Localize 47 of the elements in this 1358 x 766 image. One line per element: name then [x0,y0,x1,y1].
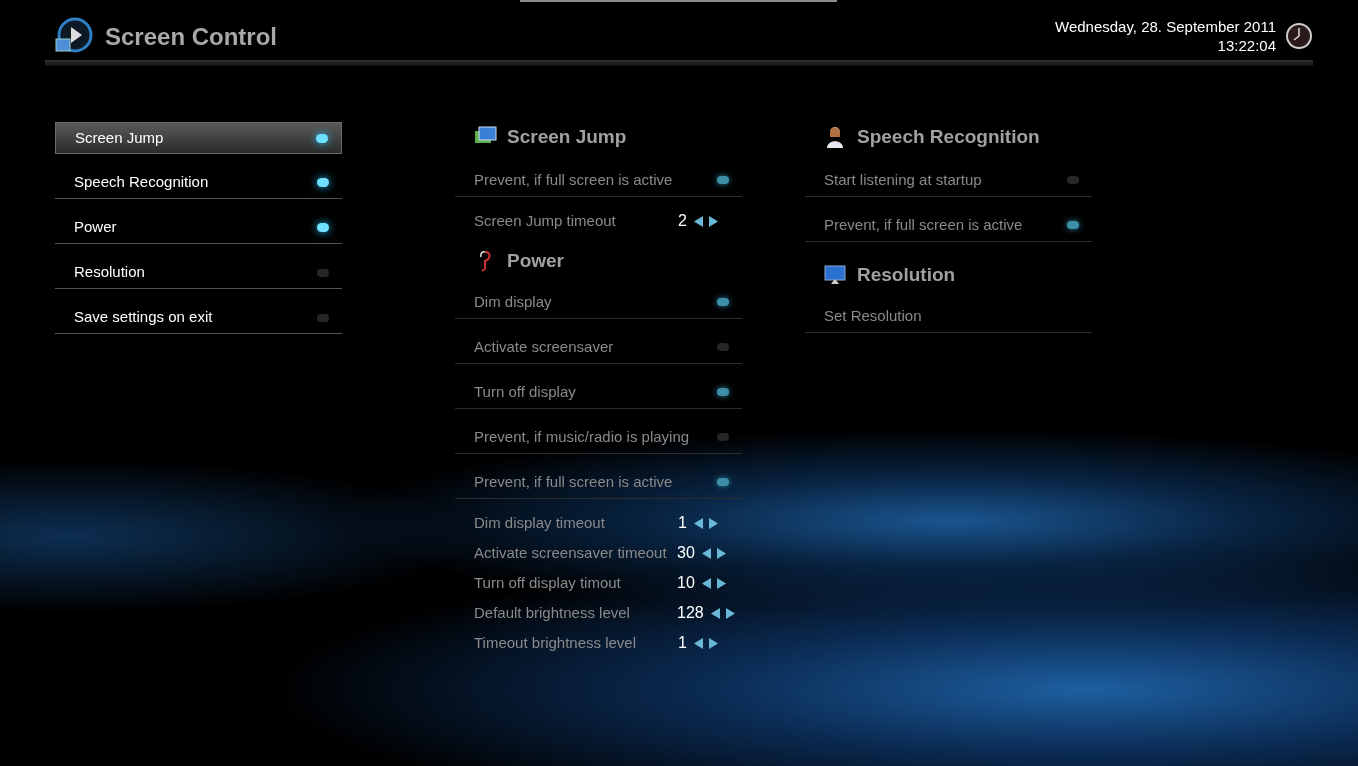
setting-label: Default brightness level [474,602,631,623]
toggle-setting[interactable]: Prevent, if full screen is active [455,164,742,197]
increase-arrow-icon[interactable] [716,547,726,559]
menu-item[interactable]: Speech Recognition [55,167,342,199]
decrease-arrow-icon[interactable] [693,637,703,649]
setting-value: 2 [678,211,687,231]
section-heading: Power [507,248,565,273]
toggle-setting[interactable]: Prevent, if full screen is active [455,466,742,499]
action-setting[interactable]: Set Resolution [805,300,1092,333]
section-heading: Screen Jump [507,124,627,149]
setting-label: Dim display timeout [474,512,606,533]
time-text: 13:22:04 [1217,36,1276,55]
setting-label: Screen Jump timeout [474,210,617,231]
setting-value: 128 [677,603,704,623]
toggle-setting[interactable]: Dim display [455,286,742,319]
monitor-icon [823,263,847,287]
menu-item[interactable]: Resolution [55,257,342,289]
section-heading: Resolution [857,262,956,287]
decrease-arrow-icon[interactable] [710,607,720,619]
toggle-setting[interactable]: Prevent, if music/radio is playing [455,421,742,454]
decrease-arrow-icon[interactable] [701,577,711,589]
decrease-arrow-icon[interactable] [693,215,703,227]
app-title: Screen Control [105,22,278,52]
setting-label: Timeout brightness level [474,632,638,653]
clock-icon [1286,23,1312,49]
increase-arrow-icon[interactable] [708,517,718,529]
increase-arrow-icon[interactable] [716,577,726,589]
toggle-setting[interactable]: Prevent, if full screen is active [805,209,1092,242]
decrease-arrow-icon[interactable] [701,547,711,559]
date-text: Wednesday, 28. September 2011 [1055,17,1276,36]
setting-label: Activate screensaver timeout [474,542,668,563]
menu-item[interactable]: Power [55,212,342,244]
toggle-setting[interactable]: Start listening at startup [805,164,1092,197]
toggle-setting[interactable]: Activate screensaver [455,331,742,364]
setting-label: Turn off display timout [474,572,622,593]
increase-arrow-icon[interactable] [725,607,735,619]
decrease-arrow-icon[interactable] [693,517,703,529]
setting-value: 1 [678,633,687,653]
setting-value: 30 [677,543,695,563]
toggle-setting[interactable]: Turn off display [455,376,742,409]
increase-arrow-icon[interactable] [708,215,718,227]
setting-value: 10 [677,573,695,593]
section-heading: Speech Recognition [857,124,1040,149]
menu-item[interactable]: Screen Jump [55,122,342,154]
menu-item[interactable]: Save settings on exit [55,302,342,334]
setting-value: 1 [678,513,687,533]
increase-arrow-icon[interactable] [708,637,718,649]
